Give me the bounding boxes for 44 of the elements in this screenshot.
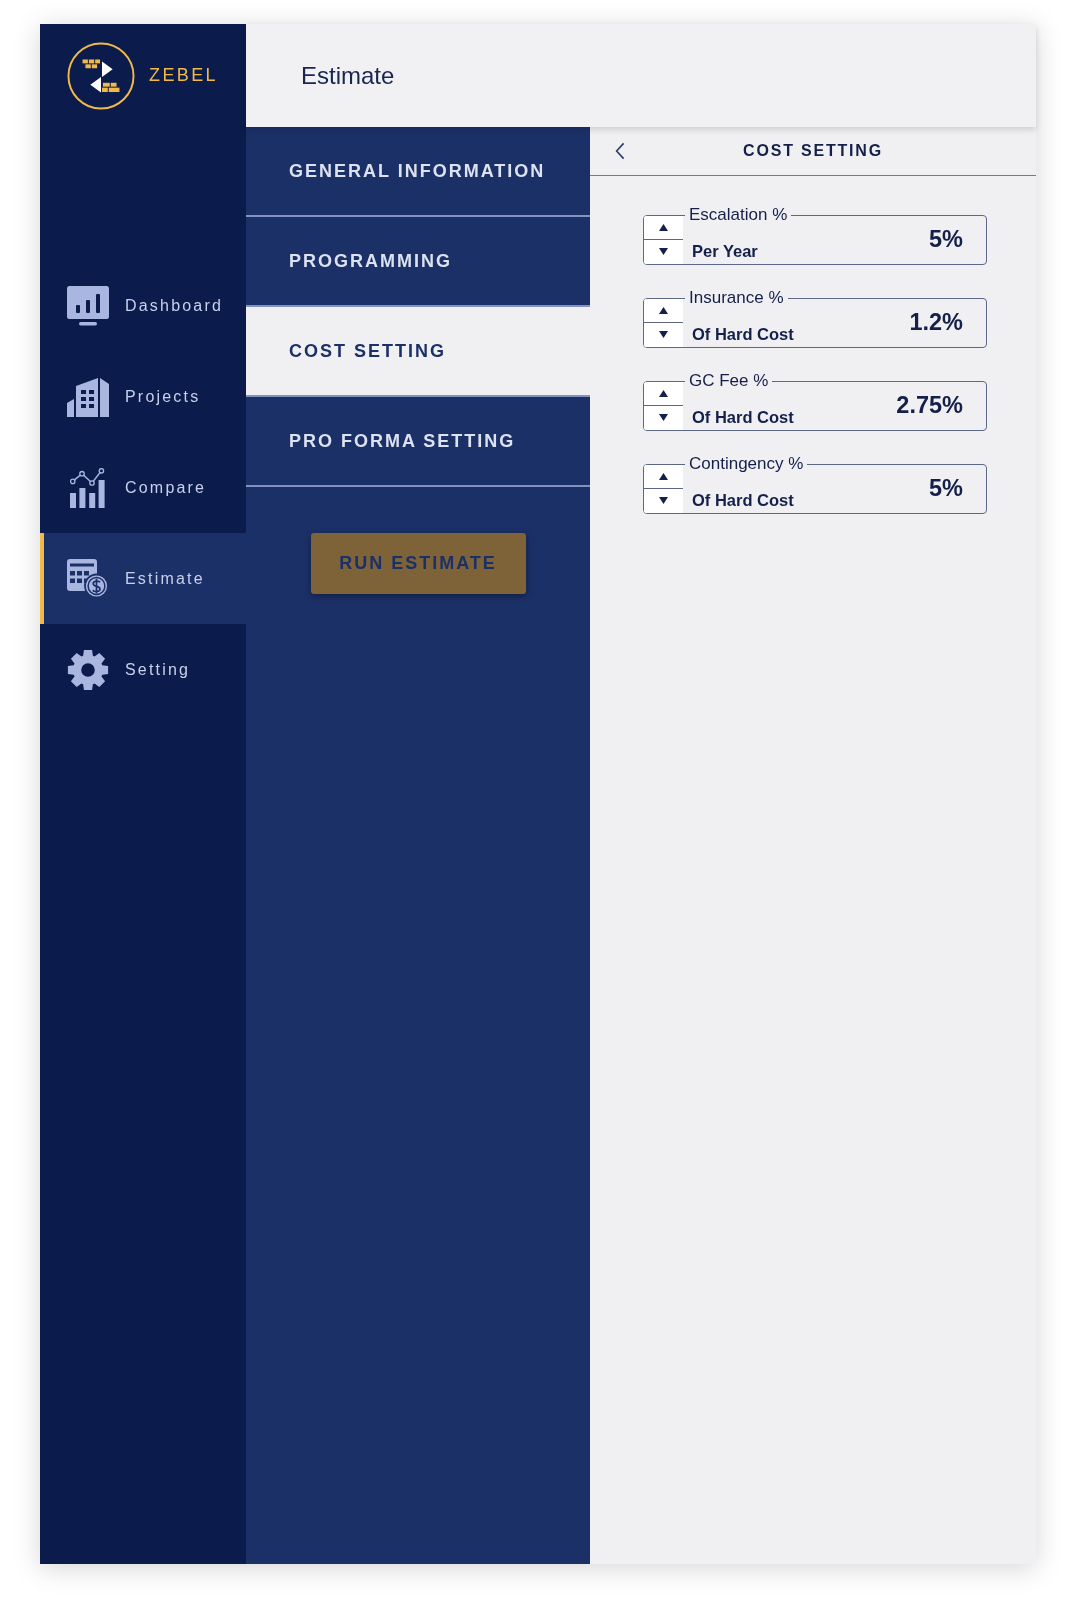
- number-field[interactable]: GC Fee % Of Hard Cost 2.75%: [643, 372, 987, 431]
- unit-label: Of Hard Cost: [692, 406, 794, 427]
- number-field[interactable]: Contingency % Of Hard Cost 5%: [643, 455, 987, 514]
- logo-icon: [67, 41, 135, 110]
- panel-title: COST SETTING: [743, 142, 883, 160]
- triangle-up-icon: [659, 472, 668, 480]
- nav-item[interactable]: Dashboard: [40, 260, 246, 351]
- page-title: Estimate: [301, 61, 395, 90]
- calculator-dollar-icon: [67, 558, 109, 599]
- nav-item[interactable]: Estimate: [40, 533, 246, 624]
- nav-item[interactable]: Projects: [40, 351, 246, 442]
- field-value: 1.2%: [909, 309, 963, 336]
- field-label: GC Fee %: [688, 372, 770, 390]
- number-field[interactable]: Escalation % Per Year 5%: [643, 206, 987, 265]
- chevron-left-icon: [615, 142, 625, 160]
- field-label: Insurance %: [688, 289, 785, 307]
- triangle-up-icon: [659, 306, 668, 314]
- triangle-down-icon: [659, 497, 668, 505]
- increment-button[interactable]: [644, 464, 683, 489]
- triangle-down-icon: [659, 331, 668, 339]
- increment-button[interactable]: [644, 215, 683, 240]
- monitor-chart-icon: [67, 285, 109, 326]
- section-tab[interactable]: COST SETTING: [246, 307, 590, 397]
- brand-name: ZEBEL: [149, 65, 219, 86]
- nav-item[interactable]: Compare: [40, 442, 246, 533]
- field-label: Contingency %: [688, 455, 805, 473]
- number-field[interactable]: Insurance % Of Hard Cost 1.2%: [643, 289, 987, 348]
- triangle-down-icon: [659, 414, 668, 422]
- unit-label: Per Year: [692, 240, 758, 261]
- field-value: 2.75%: [896, 392, 963, 419]
- triangle-down-icon: [659, 248, 668, 256]
- triangle-up-icon: [659, 389, 668, 397]
- settings-icon: [67, 648, 109, 691]
- unit-label: Of Hard Cost: [692, 323, 794, 344]
- unit-label: Of Hard Cost: [692, 489, 794, 510]
- field-label: Escalation %: [688, 206, 789, 224]
- increment-button[interactable]: [644, 381, 683, 406]
- building-icon: [67, 376, 109, 417]
- triangle-up-icon: [659, 223, 668, 231]
- nav-item[interactable]: Setting: [40, 624, 246, 715]
- field-value: 5%: [929, 226, 963, 253]
- increment-button[interactable]: [644, 298, 683, 323]
- field-value: 5%: [929, 475, 963, 502]
- bar-line-chart-icon: [70, 467, 106, 508]
